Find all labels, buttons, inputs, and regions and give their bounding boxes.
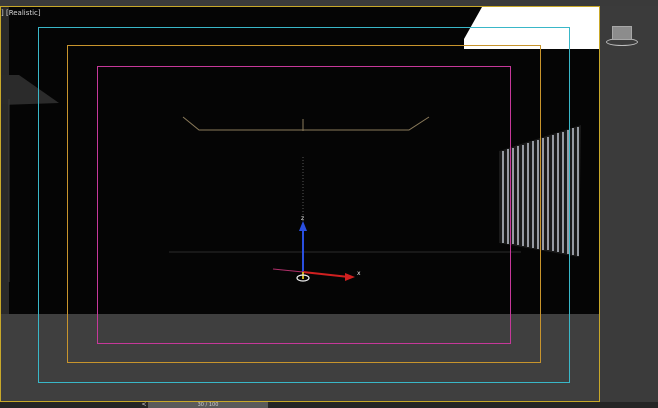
viewport-label[interactable]: ] [Realistic] — [1, 9, 41, 17]
shading-mode-label[interactable]: Realistic — [9, 9, 38, 17]
viewcube-icon[interactable] — [612, 26, 632, 40]
timeslider-frame-indicator[interactable]: 30 / 100 — [148, 402, 268, 408]
bottom-bar — [0, 402, 658, 408]
perspective-viewport[interactable]: ] [Realistic] z x — [0, 6, 600, 402]
right-side-panel — [600, 6, 658, 402]
safe-frame-title — [97, 66, 511, 344]
viewport-label-close[interactable]: ] — [38, 9, 41, 17]
viewport-label-open[interactable]: ] [ — [1, 9, 9, 17]
timeslider-prev-button[interactable]: < — [141, 402, 147, 408]
